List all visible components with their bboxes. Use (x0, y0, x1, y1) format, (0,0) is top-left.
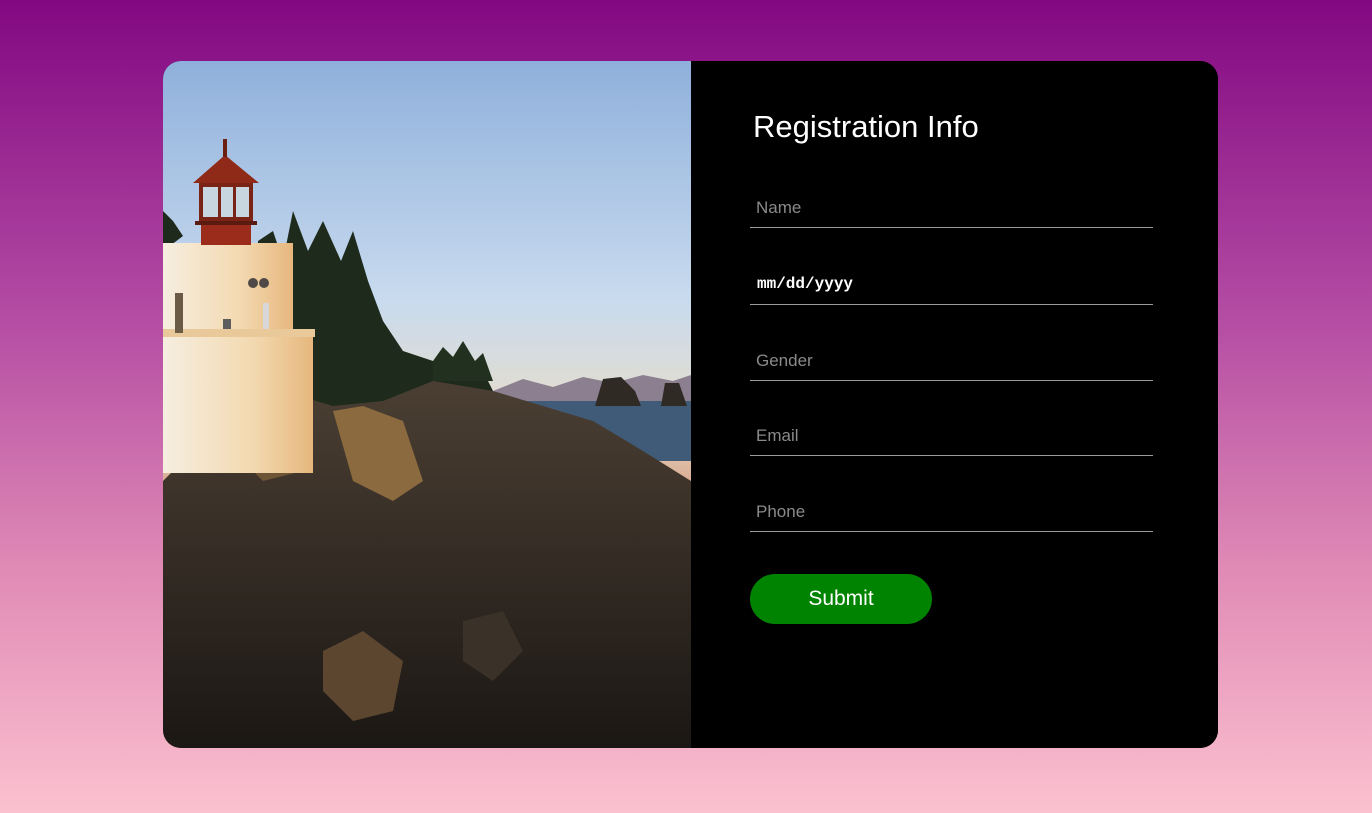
dob-field-container: mm/dd/yyyy (750, 266, 1153, 305)
gender-field-container (750, 342, 1153, 381)
date-input[interactable]: mm/dd/yyyy (757, 275, 853, 293)
form-panel: Registration Info mm/dd/yyyy Submit (691, 61, 1218, 748)
phone-field-container (750, 493, 1153, 532)
phone-input[interactable] (750, 493, 1153, 531)
form-title: Registration Info (753, 109, 979, 144)
email-field-container (750, 417, 1153, 456)
lighthouse-photo (163, 61, 691, 748)
name-input[interactable] (750, 189, 1153, 227)
name-field-container (750, 189, 1153, 228)
submit-button[interactable]: Submit (750, 574, 932, 624)
email-input[interactable] (750, 417, 1153, 455)
gender-input[interactable] (750, 342, 1153, 380)
registration-card: Registration Info mm/dd/yyyy Submit (163, 61, 1218, 748)
